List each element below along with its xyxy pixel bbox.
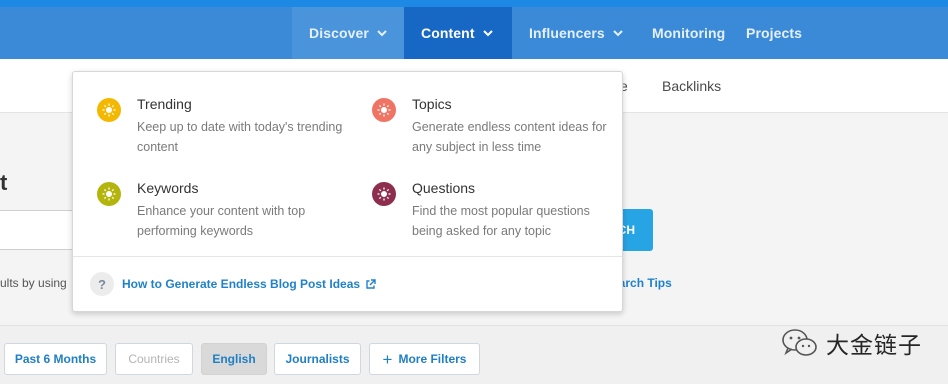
nav-influencers-label: Influencers — [529, 25, 605, 41]
filter-countries[interactable]: Countries — [115, 343, 193, 375]
watermark: 大金链子 — [780, 326, 922, 360]
nav-content[interactable]: Content — [404, 7, 512, 59]
menu-item-title: Trending — [137, 96, 192, 112]
chevron-down-icon — [377, 30, 387, 37]
topics-dot — [372, 98, 396, 122]
page-title: t — [0, 170, 8, 195]
chevron-down-icon — [482, 30, 493, 37]
nav-projects-label: Projects — [746, 25, 803, 41]
chevron-down-icon — [613, 30, 623, 37]
trending-dot — [97, 98, 121, 122]
top-accent-strip — [0, 0, 948, 7]
nav-influencers[interactable]: Influencers — [512, 7, 636, 59]
help-icon: ? — [90, 272, 114, 296]
nav-content-label: Content — [421, 25, 475, 41]
keywords-dot — [97, 182, 121, 206]
subnav-item-backlinks[interactable]: Backlinks — [662, 59, 721, 112]
external-link-icon — [366, 278, 376, 289]
menu-item-description: Generate endless content ideas for any s… — [412, 120, 607, 154]
sun-icon — [102, 103, 116, 117]
filter-language[interactable]: English — [201, 343, 267, 375]
wechat-icon — [782, 329, 817, 356]
nav-monitoring[interactable]: Monitoring — [636, 7, 732, 59]
sun-icon — [377, 187, 391, 201]
menu-item-title: Topics — [412, 96, 452, 112]
questions-dot — [372, 182, 396, 206]
sun-icon — [102, 187, 116, 201]
filter-date-range[interactable]: Past 6 Months — [4, 343, 107, 375]
menu-item-title: Keywords — [137, 180, 199, 196]
menu-item-description: Keep up to date with today's trending co… — [137, 120, 343, 154]
content-dropdown-menu: Trending Keep up to date with today's tr… — [72, 71, 623, 312]
help-article-link[interactable]: How to Generate Endless Blog Post Ideas — [122, 277, 376, 291]
nav-projects[interactable]: Projects — [732, 7, 812, 59]
dropdown-divider — [73, 256, 622, 257]
nav-discover[interactable]: Discover — [292, 7, 404, 59]
more-filters-button[interactable]: + More Filters — [369, 343, 480, 375]
search-input[interactable] — [0, 210, 78, 250]
nav-discover-label: Discover — [309, 25, 369, 41]
main-navbar: Discover Content Influencers Monitoring … — [0, 7, 948, 59]
filter-journalists[interactable]: Journalists — [274, 343, 361, 375]
menu-item-description: Find the most popular questions being as… — [412, 204, 590, 238]
plus-icon: + — [382, 349, 393, 369]
nav-monitoring-label: Monitoring — [652, 25, 726, 41]
more-filters-label: More Filters — [398, 352, 467, 366]
menu-item-description: Enhance your content with top performing… — [137, 204, 306, 238]
help-article-label: How to Generate Endless Blog Post Ideas — [122, 277, 361, 291]
sun-icon — [377, 103, 391, 117]
watermark-text: 大金链子 — [826, 333, 922, 359]
search-hint-text: ults by using — [0, 276, 67, 290]
menu-item-title: Questions — [412, 180, 476, 196]
